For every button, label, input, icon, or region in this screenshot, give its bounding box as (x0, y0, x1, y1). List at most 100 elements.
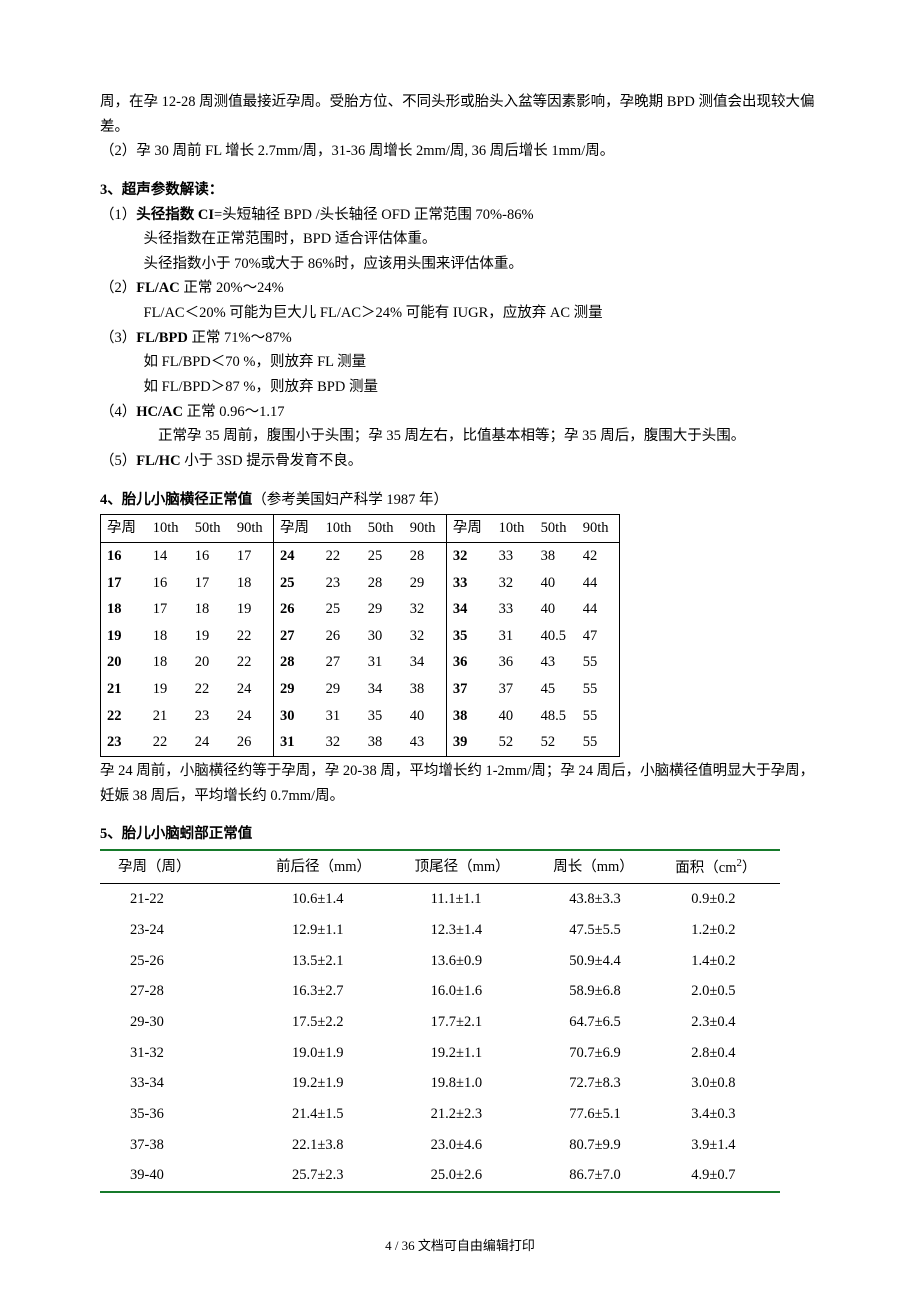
cell: 29 (273, 676, 319, 703)
cell: 33 (493, 596, 535, 623)
cell: 34 (446, 596, 492, 623)
cell: 14 (147, 542, 189, 569)
table-row: 25-2613.5±2.113.6±0.950.9±4.41.4±0.2 (100, 946, 780, 977)
cell: 23 (320, 570, 362, 597)
intro-paragraph-1: 周，在孕 12-28 周测值最接近孕周。受胎方位、不同头形或胎头入盆等因素影响，… (100, 90, 820, 139)
cell: 29-30 (100, 1007, 258, 1038)
cell: 22 (320, 542, 362, 569)
cell: 30 (362, 623, 404, 650)
col-header: 孕周 (446, 515, 492, 543)
cell: 35 (362, 703, 404, 730)
cell: 38 (535, 542, 577, 569)
cell: 40 (535, 596, 577, 623)
cell: 24 (231, 703, 274, 730)
table-row: 33-3419.2±1.919.8±1.072.7±8.33.0±0.8 (100, 1068, 780, 1099)
cell: 31 (320, 703, 362, 730)
cell: 11.1±1.1 (397, 884, 536, 915)
cell: 39-40 (100, 1160, 258, 1192)
cell: 32 (493, 570, 535, 597)
cell: 16.3±2.7 (258, 976, 397, 1007)
cell: 21.4±1.5 (258, 1099, 397, 1130)
cell: 25 (320, 596, 362, 623)
cell: 36 (493, 649, 535, 676)
cell: 22 (231, 649, 274, 676)
cell: 27 (320, 649, 362, 676)
cell: 21-22 (100, 884, 258, 915)
cell: 50.9±4.4 (535, 946, 657, 977)
cell: 32 (446, 542, 492, 569)
cell: 23-24 (100, 915, 258, 946)
cell: 40.5 (535, 623, 577, 650)
cell: 25-26 (100, 946, 258, 977)
cell: 38 (362, 729, 404, 756)
cell: 40 (535, 570, 577, 597)
cell: 23 (189, 703, 231, 730)
cell: 18 (101, 596, 147, 623)
cell: 22.1±3.8 (258, 1130, 397, 1161)
cell: 28 (404, 542, 447, 569)
table-row: 2221232430313540384048.555 (101, 703, 620, 730)
cell: 44 (577, 570, 620, 597)
col-header: 10th (320, 515, 362, 543)
sec3-line9: （4）HC/AC 正常 0.96～1.17 (100, 400, 820, 425)
cell: 19 (101, 623, 147, 650)
cell: 24 (189, 729, 231, 756)
table-row: 181718192625293234334044 (101, 596, 620, 623)
sec3-line2: 头径指数在正常范围时，BPD 适合评估体重。 (100, 227, 820, 252)
cell: 70.7±6.9 (535, 1038, 657, 1069)
cell: 58.9±6.8 (535, 976, 657, 1007)
cell: 17 (231, 542, 274, 569)
cell: 47.5±5.5 (535, 915, 657, 946)
cell: 17 (101, 570, 147, 597)
cell: 16 (189, 542, 231, 569)
cell: 33 (446, 570, 492, 597)
cell: 64.7±6.5 (535, 1007, 657, 1038)
cell: 77.6±5.1 (535, 1099, 657, 1130)
cell: 22 (231, 623, 274, 650)
cell: 12.9±1.1 (258, 915, 397, 946)
vermis-table: 孕周（周）前后径（mm）顶尾径（mm）周长（mm）面积（cm2） 21-2210… (100, 849, 780, 1193)
cell: 42 (577, 542, 620, 569)
cell: 19.2±1.9 (258, 1068, 397, 1099)
cell: 40 (493, 703, 535, 730)
cell: 23 (101, 729, 147, 756)
col-header: 面积（cm2） (657, 850, 780, 884)
sec3-line4: （2）FL/AC 正常 20%～24% (100, 276, 820, 301)
section4-title: 4、胎儿小脑横径正常值（参考美国妇产科学 1987 年） (100, 488, 820, 513)
cell: 28 (273, 649, 319, 676)
cell: 21 (147, 703, 189, 730)
table-row: 21-2210.6±1.411.1±1.143.8±3.30.9±0.2 (100, 884, 780, 915)
cell: 31 (362, 649, 404, 676)
cell: 37 (446, 676, 492, 703)
cell: 4.9±0.7 (657, 1160, 780, 1192)
intro-paragraph-2: （2）孕 30 周前 FL 增长 2.7mm/周，31-36 周增长 2mm/周… (100, 139, 820, 164)
table-header-row: 孕周10th50th90th孕周10th50th90th孕周10th50th90… (101, 515, 620, 543)
sec3-line10: 正常孕 35 周前，腹围小于头围；孕 35 周左右，比值基本相等；孕 35 周后… (100, 424, 820, 449)
sec3-line11: （5）FL/HC 小于 3SD 提示骨发育不良。 (100, 449, 820, 474)
cell: 16 (147, 570, 189, 597)
cell: 55 (577, 703, 620, 730)
col-header: 90th (404, 515, 447, 543)
table-row: 29-3017.5±2.217.7±2.164.7±6.52.3±0.4 (100, 1007, 780, 1038)
col-header: 前后径（mm） (258, 850, 397, 884)
cell: 26 (320, 623, 362, 650)
cell: 72.7±8.3 (535, 1068, 657, 1099)
cell: 19.0±1.9 (258, 1038, 397, 1069)
cell: 27-28 (100, 976, 258, 1007)
cell: 32 (320, 729, 362, 756)
cell: 35-36 (100, 1099, 258, 1130)
cell: 33 (493, 542, 535, 569)
cell: 24 (273, 542, 319, 569)
table-row: 37-3822.1±3.823.0±4.680.7±9.93.9±1.4 (100, 1130, 780, 1161)
table-row: 39-4025.7±2.325.0±2.686.7±7.04.9±0.7 (100, 1160, 780, 1192)
table-row: 171617182523282933324044 (101, 570, 620, 597)
section4-note: 孕 24 周前，小脑横径约等于孕周，孕 20-38 周，平均增长约 1-2mm/… (100, 759, 820, 808)
cell: 55 (577, 729, 620, 756)
cell: 10.6±1.4 (258, 884, 397, 915)
cell: 17 (189, 570, 231, 597)
cell: 2.0±0.5 (657, 976, 780, 1007)
table-row: 35-3621.4±1.521.2±2.377.6±5.13.4±0.3 (100, 1099, 780, 1130)
col-header: 10th (493, 515, 535, 543)
cell: 35 (446, 623, 492, 650)
cell: 12.3±1.4 (397, 915, 536, 946)
